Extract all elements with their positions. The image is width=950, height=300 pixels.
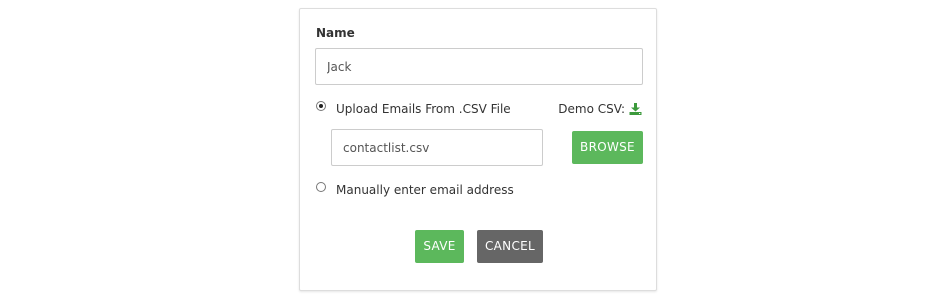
- demo-csv-label: Demo CSV:: [558, 102, 625, 116]
- upload-csv-radio[interactable]: [316, 101, 326, 111]
- manual-entry-radio[interactable]: [316, 182, 326, 192]
- csv-file-input[interactable]: [331, 129, 543, 166]
- save-button[interactable]: SAVE: [415, 230, 464, 263]
- name-input[interactable]: [315, 48, 643, 85]
- demo-csv-link[interactable]: Demo CSV:: [558, 102, 642, 116]
- upload-csv-label[interactable]: Upload Emails From .CSV File: [336, 102, 511, 116]
- manual-entry-label[interactable]: Manually enter email address: [336, 183, 514, 197]
- download-icon[interactable]: [629, 103, 642, 115]
- browse-button[interactable]: BROWSE: [572, 131, 643, 164]
- contact-form-card: Name Upload Emails From .CSV File Demo C…: [299, 8, 657, 291]
- cancel-button[interactable]: CANCEL: [477, 230, 543, 263]
- name-label: Name: [316, 26, 355, 40]
